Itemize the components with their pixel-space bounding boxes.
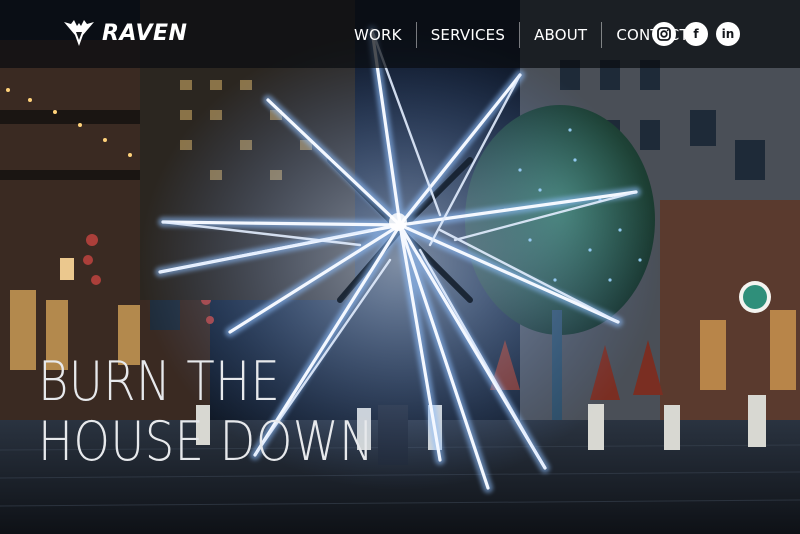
instagram-icon[interactable] [652, 22, 676, 46]
top-navigation-bar: RAVEN WORK SERVICES ABOUT CONTACT f in [0, 0, 800, 68]
nav-item-about[interactable]: ABOUT [519, 22, 601, 48]
facebook-icon[interactable]: f [684, 22, 708, 46]
hero-headline-line-2: HOUSE DOWN [38, 410, 375, 473]
nav-item-work[interactable]: WORK [340, 22, 416, 48]
brand-name: RAVEN [102, 20, 188, 46]
hero-section: RAVEN WORK SERVICES ABOUT CONTACT f in B… [0, 0, 800, 534]
linkedin-icon[interactable]: in [716, 22, 740, 46]
social-links: f in [652, 22, 740, 46]
main-nav: WORK SERVICES ABOUT CONTACT [340, 22, 703, 48]
brand-logo[interactable]: RAVEN [62, 16, 187, 50]
nav-item-services[interactable]: SERVICES [415, 22, 519, 48]
hero-headline: BURN THE HOUSE DOWN [38, 352, 398, 472]
hero-headline-line-1: BURN THE [38, 350, 281, 413]
raven-wings-icon [64, 20, 94, 46]
